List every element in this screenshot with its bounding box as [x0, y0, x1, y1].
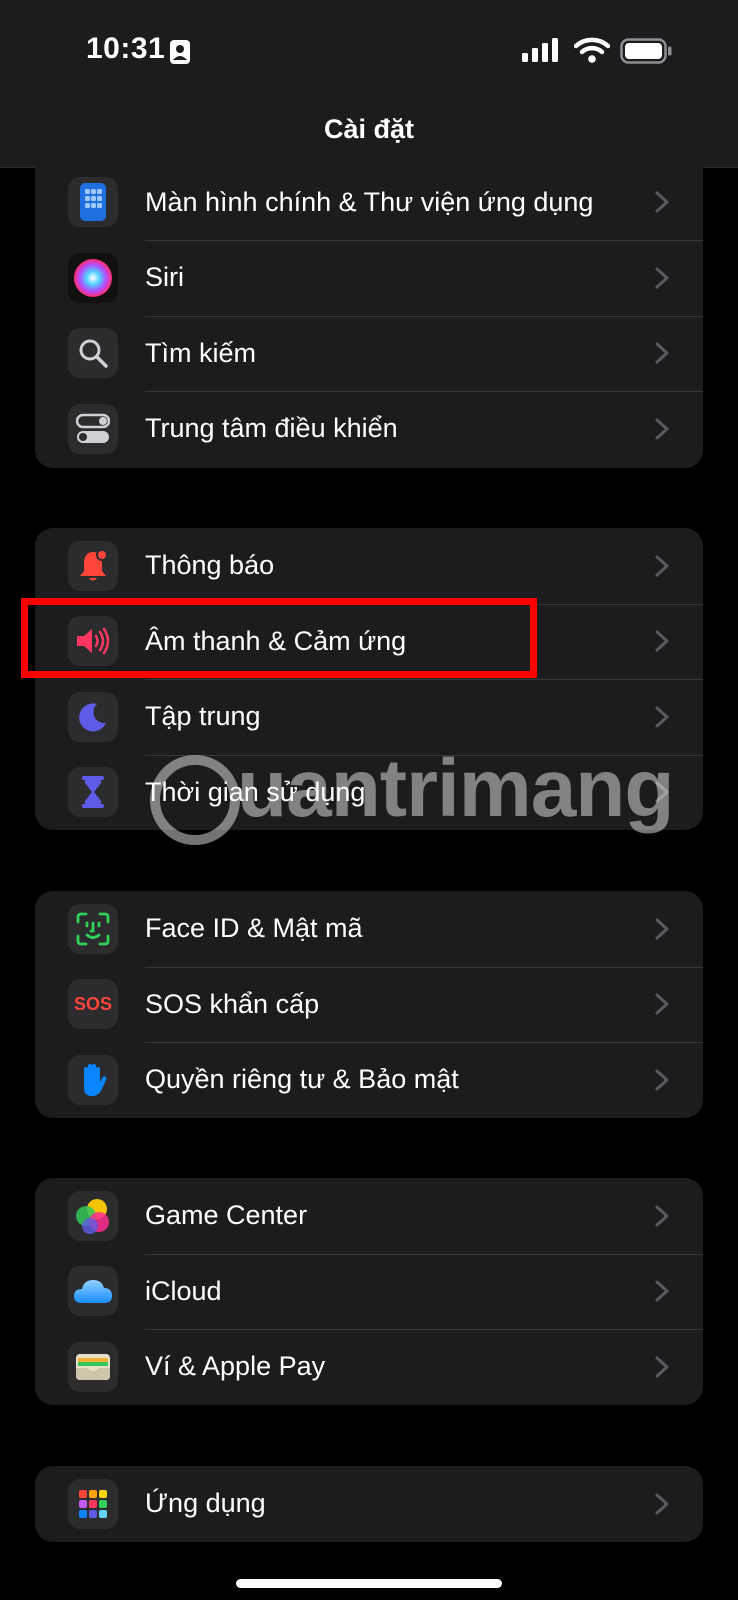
- contact-card-icon: [170, 40, 190, 64]
- settings-row-label: Quyền riêng tư & Bảo mật: [145, 1064, 459, 1095]
- chevron-right-icon: [655, 1205, 669, 1227]
- chevron-right-icon: [655, 918, 669, 940]
- notification-bell-icon: [68, 540, 118, 591]
- chevron-right-icon: [655, 630, 669, 652]
- cloud-icon: [68, 1266, 118, 1317]
- chevron-right-icon: [655, 1356, 669, 1378]
- chevron-right-icon: [655, 267, 669, 289]
- settings-group-3: Face ID & Mật mã SOS SOS khẩn cấp Quyền …: [35, 891, 703, 1118]
- settings-row-face-id[interactable]: Face ID & Mật mã: [35, 891, 703, 967]
- siri-icon: [68, 252, 118, 303]
- settings-row-label: SOS khẩn cấp: [145, 988, 320, 1019]
- home-screen-icon: [68, 177, 118, 227]
- sos-icon: SOS: [68, 979, 118, 1030]
- page-title: Cài đặt: [323, 114, 415, 144]
- settings-row-label: Màn hình chính & Thư viện ứng dụng: [145, 186, 594, 217]
- settings-group-1: Màn hình chính & Thư viện ứng dụng Siri: [35, 150, 703, 468]
- settings-row-label: Face ID & Mật mã: [145, 913, 363, 944]
- settings-row-home-screen[interactable]: Màn hình chính & Thư viện ứng dụng: [35, 150, 703, 240]
- settings-row-label: Ví & Apple Pay: [145, 1351, 326, 1382]
- control-center-icon: [68, 403, 118, 454]
- settings-row-label: Thông báo: [145, 550, 275, 581]
- watermark-text: uantrimang: [237, 743, 674, 834]
- search-icon: [68, 328, 118, 379]
- cellular-signal-icon: [522, 38, 558, 62]
- wallet-icon: [68, 1341, 118, 1392]
- chevron-right-icon: [655, 1493, 669, 1515]
- wifi-icon: [574, 37, 610, 63]
- settings-row-wallet[interactable]: Ví & Apple Pay: [35, 1329, 703, 1405]
- settings-group-5: Ứng dụng: [35, 1466, 703, 1542]
- settings-row-label: Trung tâm điều khiển: [145, 413, 398, 444]
- status-bar: 10:31: [0, 0, 738, 100]
- settings-row-label: Game Center: [145, 1200, 308, 1231]
- chevron-right-icon: [655, 706, 669, 728]
- hand-icon: [68, 1054, 118, 1105]
- settings-group-4: Game Center iCloud Ví & Apple Pay: [35, 1178, 703, 1405]
- chevron-right-icon: [655, 993, 669, 1015]
- chevron-right-icon: [655, 1069, 669, 1091]
- hourglass-icon: [68, 767, 118, 818]
- home-indicator[interactable]: [236, 1579, 502, 1588]
- settings-row-label: Ứng dụng: [145, 1488, 266, 1519]
- settings-row-notifications[interactable]: Thông báo: [35, 528, 703, 604]
- settings-row-label: Tìm kiếm: [145, 337, 256, 368]
- highlight-box: [21, 598, 537, 678]
- settings-row-search[interactable]: Tìm kiếm: [35, 315, 703, 392]
- settings-row-label: Tập trung: [145, 701, 261, 732]
- settings-row-label: Siri: [145, 262, 184, 293]
- settings-row-apps[interactable]: Ứng dụng: [35, 1466, 703, 1542]
- chevron-right-icon: [655, 1280, 669, 1302]
- settings-row-siri[interactable]: Siri: [35, 240, 703, 316]
- apps-grid-icon: [68, 1478, 118, 1529]
- game-center-icon: [68, 1190, 118, 1241]
- settings-row-privacy-security[interactable]: Quyền riêng tư & Bảo mật: [35, 1042, 703, 1118]
- face-id-icon: [68, 903, 118, 954]
- settings-row-label: iCloud: [145, 1275, 222, 1306]
- chevron-right-icon: [655, 342, 669, 364]
- settings-row-emergency-sos[interactable]: SOS SOS khẩn cấp: [35, 966, 703, 1043]
- chevron-right-icon: [655, 191, 669, 213]
- moon-icon: [68, 691, 118, 742]
- chevron-right-icon: [655, 555, 669, 577]
- settings-row-icloud[interactable]: iCloud: [35, 1253, 703, 1330]
- settings-row-game-center[interactable]: Game Center: [35, 1178, 703, 1254]
- sos-icon-text: SOS: [73, 993, 112, 1014]
- chevron-right-icon: [655, 418, 669, 440]
- status-time: 10:31: [86, 32, 166, 65]
- settings-row-control-center[interactable]: Trung tâm điều khiển: [35, 391, 703, 467]
- battery-icon: [620, 38, 672, 64]
